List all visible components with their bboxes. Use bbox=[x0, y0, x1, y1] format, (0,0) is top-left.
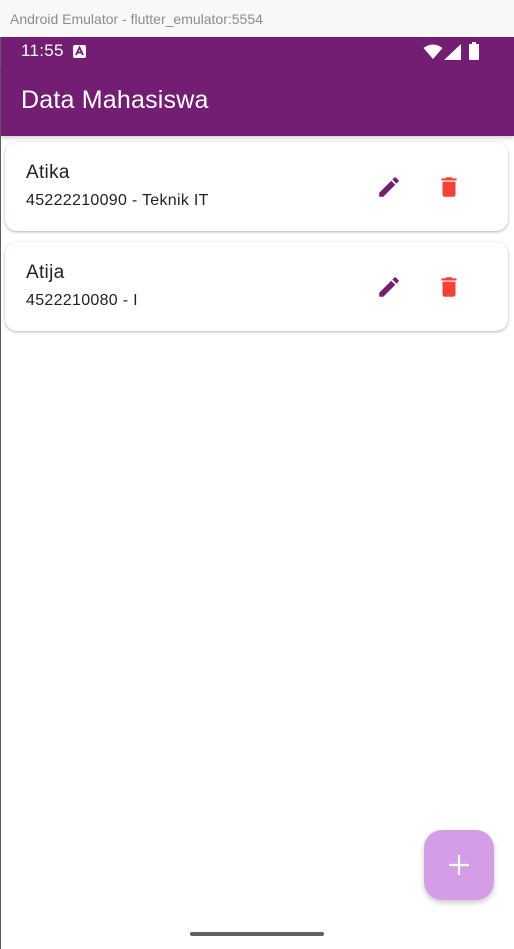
emulator-title: Android Emulator - flutter_emulator:5554 bbox=[10, 10, 263, 27]
student-subtitle: 4522210080 - I bbox=[26, 292, 138, 309]
student-name: Atija bbox=[26, 262, 65, 283]
status-time: 11:55 bbox=[21, 41, 64, 60]
window-border bbox=[0, 37, 1, 949]
edit-button[interactable] bbox=[369, 167, 409, 207]
app-bar: Data Mahasiswa bbox=[1, 66, 514, 136]
plus-icon bbox=[448, 854, 470, 876]
trash-icon bbox=[441, 177, 457, 197]
emulator-title-bar: Android Emulator - flutter_emulator:5554 bbox=[0, 0, 514, 37]
pencil-icon bbox=[379, 277, 399, 297]
delete-button[interactable] bbox=[429, 167, 469, 207]
page-title: Data Mahasiswa bbox=[21, 86, 209, 114]
edit-button[interactable] bbox=[369, 267, 409, 307]
android-a-icon bbox=[73, 45, 86, 58]
student-name: Atika bbox=[26, 162, 70, 183]
student-card[interactable]: Atija 4522210080 - I bbox=[5, 242, 508, 331]
wifi-icon bbox=[423, 44, 443, 65]
student-subtitle: 45222210090 - Teknik IT bbox=[26, 192, 209, 209]
cell-signal-icon bbox=[444, 44, 461, 65]
pencil-icon bbox=[379, 177, 399, 197]
home-indicator[interactable] bbox=[190, 932, 324, 936]
add-student-button[interactable] bbox=[424, 830, 494, 900]
delete-button[interactable] bbox=[429, 267, 469, 307]
trash-icon bbox=[441, 277, 457, 297]
battery-icon bbox=[469, 42, 479, 65]
status-bar: 11:55 bbox=[1, 37, 514, 66]
emulator-window: Android Emulator - flutter_emulator:5554… bbox=[0, 0, 514, 949]
student-card[interactable]: Atika 45222210090 - Teknik IT bbox=[5, 142, 508, 231]
